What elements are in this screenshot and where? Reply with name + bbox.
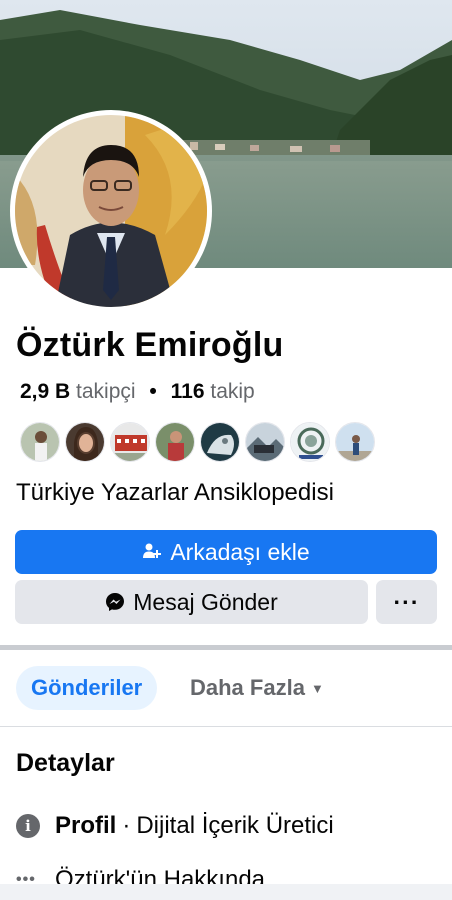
send-message-label: Mesaj Gönder	[133, 588, 278, 615]
detail-profile-row: i Profil · Dijital İçerik Üretici	[16, 812, 334, 840]
followers-label: takipçi	[76, 380, 136, 403]
profile-picture[interactable]	[10, 110, 212, 312]
ellipsis-icon: ···	[393, 588, 420, 615]
info-icon: i	[16, 814, 40, 838]
messenger-icon	[105, 592, 125, 612]
stats-separator: •	[149, 380, 157, 403]
friend-avatar[interactable]	[65, 422, 105, 462]
tab-more-dropdown[interactable]: Daha Fazla ▼	[190, 666, 324, 710]
friend-avatar[interactable]	[290, 422, 330, 462]
friend-avatar[interactable]	[245, 422, 285, 462]
add-friend-button[interactable]: Arkadaşı ekle	[15, 530, 437, 574]
send-message-button[interactable]: Mesaj Gönder	[15, 580, 368, 624]
following-label: takip	[210, 380, 255, 403]
person-plus-icon	[142, 542, 162, 562]
detail-profile-value: Dijital İçerik Üretici	[136, 812, 334, 839]
friend-avatar[interactable]	[335, 422, 375, 462]
section-divider	[0, 645, 452, 650]
bottom-nav-bar	[0, 884, 452, 900]
tab-more-label: Daha Fazla	[190, 675, 305, 700]
tabs-divider	[0, 726, 452, 727]
profile-name: Öztürk Emiroğlu	[16, 326, 284, 364]
add-friend-label: Arkadaşı ekle	[170, 538, 310, 565]
detail-profile-label: Profil	[55, 812, 117, 839]
more-options-button[interactable]: ···	[376, 580, 437, 624]
friend-avatar[interactable]	[200, 422, 240, 462]
tab-posts-label: Gönderiler	[31, 675, 143, 700]
followers-count: 2,9 B	[20, 380, 71, 403]
detail-separator: ·	[122, 812, 131, 839]
friend-avatar[interactable]	[155, 422, 195, 462]
follow-stats[interactable]: 2,9 B takipçi • 116 takip	[20, 380, 255, 404]
caret-down-icon: ▼	[310, 680, 324, 696]
details-title: Detaylar	[16, 749, 115, 777]
mutual-friends-avatars[interactable]	[20, 422, 375, 462]
following-count: 116	[170, 380, 205, 403]
friend-avatar[interactable]	[20, 422, 60, 462]
tab-posts[interactable]: Gönderiler	[16, 666, 158, 710]
profile-bio: Türkiye Yazarlar Ansiklopedisi	[16, 479, 334, 506]
friend-avatar[interactable]	[110, 422, 150, 462]
